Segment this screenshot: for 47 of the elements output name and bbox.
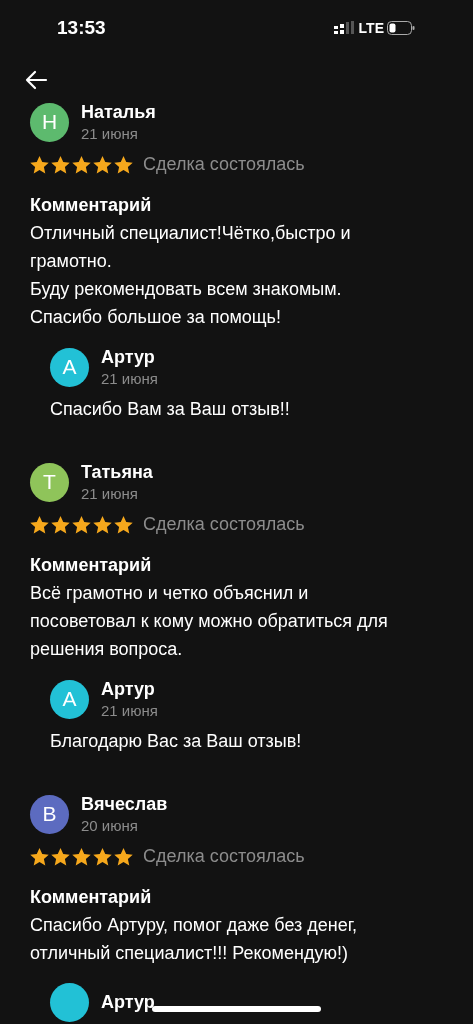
deal-status: Сделка состоялась xyxy=(143,514,305,535)
star-icon xyxy=(93,515,112,534)
network-label: LTE xyxy=(358,20,384,36)
star-icon xyxy=(114,515,133,534)
author-name: Вячеслав xyxy=(81,794,168,815)
clock-time: 13:53 xyxy=(57,17,106,39)
avatar: Т xyxy=(30,462,69,502)
deal-status: Сделка состоялась xyxy=(143,154,305,175)
star-icon xyxy=(51,155,70,174)
star-icon xyxy=(72,847,91,866)
star-icon xyxy=(30,847,49,866)
avatar: Н xyxy=(30,102,69,142)
deal-status: Сделка состоялась xyxy=(143,846,305,867)
author-name: Артур xyxy=(101,347,156,368)
comment-heading: Комментарий xyxy=(30,195,153,216)
comment-text: Спасибо Артуру, помог даже без денег, отличный специалист!!! Рекомендую!) xyxy=(30,914,359,965)
author-name: Артур xyxy=(101,679,156,700)
comment-heading: Комментарий xyxy=(30,555,153,576)
battery-icon xyxy=(387,21,415,35)
star-icon xyxy=(114,155,133,174)
author-name: Наталья xyxy=(81,102,156,123)
star-icon xyxy=(114,847,133,866)
review-date: 21 июня xyxy=(81,125,139,142)
review-date: 21 июня xyxy=(101,370,158,387)
avatar: А xyxy=(50,679,89,719)
comment-text: Отличный специалист!Чётко,быстро и грамотно. Буду рекомендовать всем знакомым. Спасибо большое за помощь! xyxy=(30,222,352,329)
author-name: Артур xyxy=(101,992,155,1013)
reply-text: Спасибо Вам за Ваш отзыв!! xyxy=(50,399,291,420)
signal-icon xyxy=(333,21,356,35)
comment-heading: Комментарий xyxy=(30,887,153,908)
star-icon xyxy=(72,155,91,174)
star-icon xyxy=(30,515,49,534)
star-icon xyxy=(72,515,91,534)
review-date: 21 июня xyxy=(101,702,158,719)
avatar: А xyxy=(50,347,89,387)
star-icon xyxy=(93,847,112,866)
reply-text: Благодарю Вас за Ваш отзыв! xyxy=(50,731,303,752)
avatar: В xyxy=(30,794,69,834)
author-name: Татьяна xyxy=(81,462,153,483)
star-icon xyxy=(30,155,49,174)
back-arrow-icon[interactable] xyxy=(24,70,48,90)
review-date: 20 июня xyxy=(81,817,139,834)
comment-text: Всё грамотно и четко объяснил и посоветовал к кому можно обратиться для решения вопроса. xyxy=(30,582,389,661)
star-icon xyxy=(93,155,112,174)
star-icon xyxy=(51,847,70,866)
review-date: 21 июня xyxy=(81,485,139,502)
star-icon xyxy=(51,515,70,534)
